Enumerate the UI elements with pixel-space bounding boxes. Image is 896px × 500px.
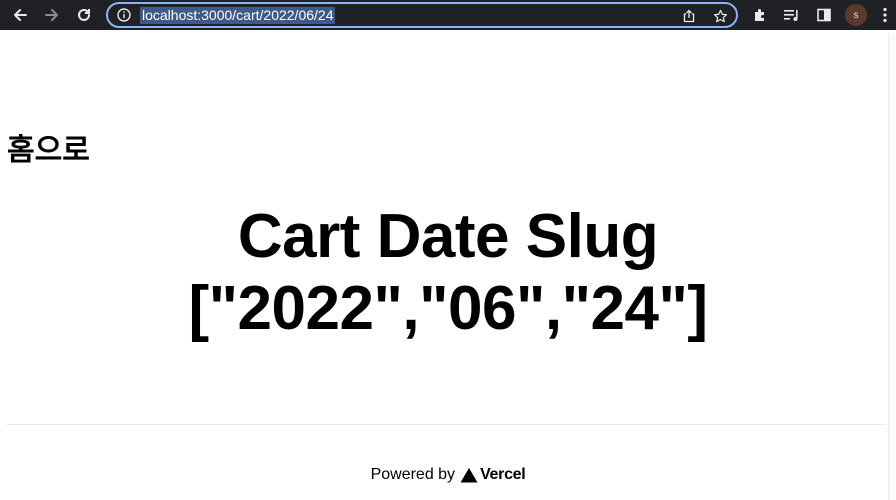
info-icon[interactable]: [117, 8, 131, 22]
side-panel-icon[interactable]: [814, 5, 834, 25]
page-title: Cart Date Slug ["2022","06","24"]: [0, 201, 896, 345]
powered-by-link[interactable]: Powered by Vercel: [371, 466, 526, 484]
reload-icon[interactable]: [73, 4, 95, 26]
star-icon[interactable]: [711, 7, 729, 25]
vercel-wordmark: Vercel: [480, 466, 526, 483]
back-arrow-icon[interactable]: [9, 4, 31, 26]
media-queue-icon[interactable]: [782, 5, 802, 25]
share-icon[interactable]: [680, 7, 698, 25]
powered-by-text: Powered by: [370, 466, 456, 483]
forward-arrow-icon[interactable]: [41, 4, 63, 26]
puzzle-icon[interactable]: [750, 5, 770, 25]
footer: Powered by Vercel: [0, 463, 896, 487]
browser-toolbar: localhost:3000/cart/2022/06/24 s: [0, 0, 896, 30]
page-title-line-1: Cart Date Slug: [237, 202, 659, 271]
url-text[interactable]: localhost:3000/cart/2022/06/24: [140, 7, 336, 24]
avatar[interactable]: s: [845, 4, 867, 26]
page-content: 홈으로 Cart Date Slug ["2022","06","24"] Po…: [0, 33, 896, 500]
page-title-line-2: ["2022","06","24"]: [188, 274, 708, 343]
address-bar[interactable]: localhost:3000/cart/2022/06/24: [106, 2, 738, 28]
footer-divider: [6, 424, 886, 425]
vercel-triangle-icon: [460, 468, 478, 483]
vercel-logo: Vercel: [460, 466, 526, 484]
home-link[interactable]: 홈으로: [7, 133, 90, 169]
kebab-menu-icon[interactable]: [882, 7, 888, 23]
